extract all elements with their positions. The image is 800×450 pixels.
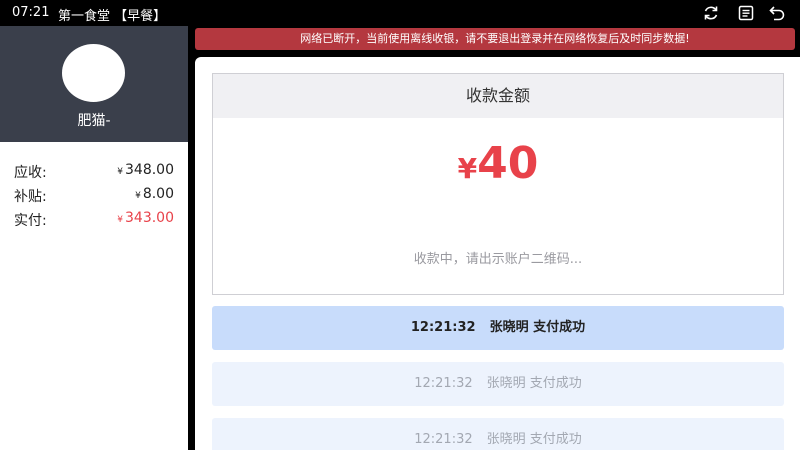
canteen-title: 第一食堂 【早餐】 [58, 9, 167, 24]
subsidy-value: ¥8.00 [135, 186, 174, 202]
receipt-icon[interactable] [737, 4, 755, 22]
amount-card: 收款金额 ¥40 收款中，请出示账户二维码... [212, 73, 784, 295]
payment-hint: 收款中，请出示账户二维码... [413, 252, 583, 267]
user-name: 肥猫- [77, 113, 111, 129]
record-time: 12:21:32 [414, 432, 473, 447]
clock: 07:21 [12, 5, 50, 20]
record-status: 张晓明 支付成功 [486, 376, 582, 391]
paid-value: ¥343.00 [117, 210, 174, 226]
offline-warning-banner: 网络已断开，当前使用离线收银，请不要退出登录并在网络恢复后及时同步数据! [195, 28, 795, 50]
record-status: 张晓明 支付成功 [489, 320, 586, 335]
record-time: 12:21:32 [410, 320, 476, 335]
back-icon[interactable] [768, 4, 786, 22]
amount-display: ¥40 [213, 138, 783, 189]
amount-value: 40 [477, 138, 539, 189]
payment-panel: 收款金额 ¥40 收款中，请出示账户二维码... 12:21:32 张晓明 支付成… [195, 57, 800, 450]
status-bar: 07:21 第一食堂 【早餐】 [0, 0, 800, 26]
receivable-value: ¥348.00 [117, 162, 174, 178]
summary-paid: 实付: ¥343.00 [14, 210, 174, 230]
record-time: 12:21:32 [414, 376, 473, 391]
paid-label: 实付: [14, 213, 47, 229]
payment-record[interactable]: 12:21:32 张晓明 支付成功 [212, 418, 784, 450]
subsidy-label: 补贴: [14, 189, 47, 205]
avatar[interactable] [62, 44, 125, 102]
refresh-icon[interactable] [702, 4, 720, 22]
currency-symbol: ¥ [457, 152, 478, 185]
summary-receivable: 应收: ¥348.00 [14, 162, 174, 182]
amount-header: 收款金额 [213, 74, 783, 118]
record-status: 张晓明 支付成功 [486, 432, 582, 447]
summary-subsidy: 补贴: ¥8.00 [14, 186, 174, 206]
receivable-label: 应收: [14, 165, 47, 181]
summary-panel: 肥猫- 应收: ¥348.00 补贴: ¥8.00 实付: ¥343.00 [0, 26, 188, 450]
profile-card: 肥猫- [0, 26, 188, 142]
payment-record[interactable]: 12:21:32 张晓明 支付成功 [212, 306, 784, 350]
payment-record[interactable]: 12:21:32 张晓明 支付成功 [212, 362, 784, 406]
